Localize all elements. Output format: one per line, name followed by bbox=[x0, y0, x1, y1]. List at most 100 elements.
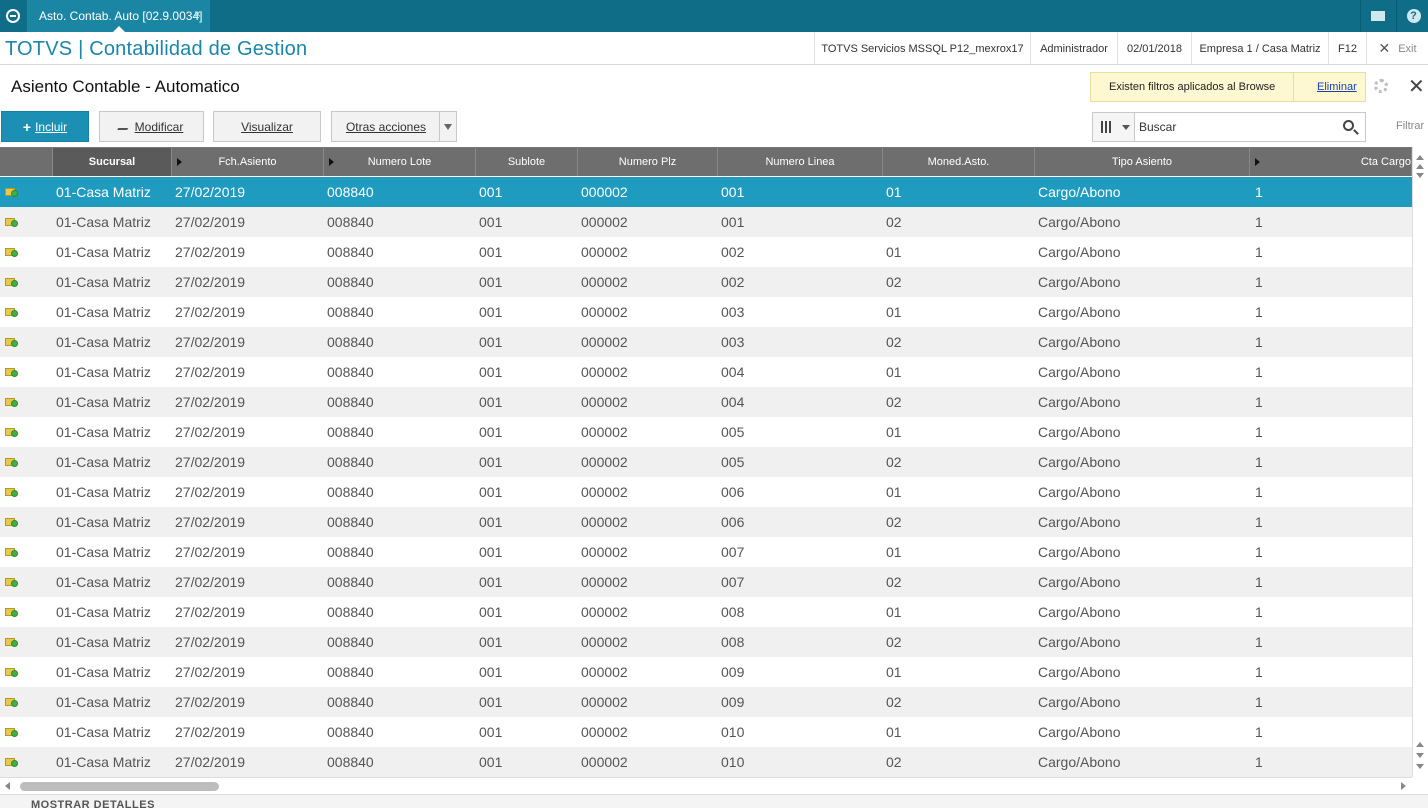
table-row[interactable]: 01-Casa Matriz 27/02/2019 008840 001 000002 0… bbox=[0, 237, 1412, 267]
table-cell: 1 bbox=[1255, 184, 1263, 200]
scroll-thumb[interactable] bbox=[20, 782, 219, 791]
table-row[interactable]: 01-Casa Matriz 27/02/2019 008840 001 000002 0… bbox=[0, 477, 1412, 507]
table-cell: 000002 bbox=[581, 424, 628, 440]
table-cell: 27/02/2019 bbox=[175, 274, 246, 290]
table-row[interactable]: 01-Casa Matriz 27/02/2019 008840 001 000002 0… bbox=[0, 207, 1412, 237]
table-cell: 001 bbox=[479, 634, 503, 650]
sort-arrow-icon bbox=[1255, 158, 1260, 166]
include-button[interactable]: + Incluir bbox=[1, 111, 89, 142]
header-fch-asiento[interactable]: Fch.Asiento bbox=[172, 148, 324, 176]
table-row[interactable]: 01-Casa Matriz 27/02/2019 008840 001 000002 0… bbox=[0, 357, 1412, 387]
tab-close-icon[interactable]: × bbox=[194, 7, 201, 21]
scroll-down-icon[interactable] bbox=[1416, 753, 1424, 758]
header-numero-lote[interactable]: Numero Lote bbox=[324, 148, 476, 176]
table-row[interactable]: 01-Casa Matriz 27/02/2019 008840 001 000002 0… bbox=[0, 267, 1412, 297]
table-cell: 1 bbox=[1255, 394, 1263, 410]
company-info[interactable]: Empresa 1 / Casa Matriz bbox=[1191, 32, 1328, 65]
header-cta-cargo[interactable]: Cta Cargo bbox=[1250, 148, 1412, 176]
chevron-down-icon[interactable] bbox=[444, 124, 452, 130]
scroll-bottom-icon[interactable] bbox=[1416, 764, 1424, 769]
table-row[interactable]: 01-Casa Matriz 27/02/2019 008840 001 000002 0… bbox=[0, 387, 1412, 417]
table-cell: 001 bbox=[479, 664, 503, 680]
help-icon[interactable]: ? bbox=[1396, 0, 1428, 32]
close-icon[interactable]: ✕ bbox=[1408, 74, 1425, 99]
table-cell: 27/02/2019 bbox=[175, 394, 246, 410]
table-cell: 008840 bbox=[327, 544, 374, 560]
table-row[interactable]: 01-Casa Matriz 27/02/2019 008840 001 000002 0… bbox=[0, 537, 1412, 567]
table-cell: 1 bbox=[1255, 574, 1263, 590]
scroll-right-icon[interactable] bbox=[1401, 782, 1406, 790]
mail-icon[interactable] bbox=[1360, 0, 1394, 32]
scroll-up-page-icon[interactable] bbox=[1416, 742, 1424, 747]
table-cell: 01-Casa Matriz bbox=[56, 334, 151, 350]
table-cell: 1 bbox=[1255, 484, 1263, 500]
table-row[interactable]: 01-Casa Matriz 27/02/2019 008840 001 000002 0… bbox=[0, 417, 1412, 447]
table-row[interactable]: 01-Casa Matriz 27/02/2019 008840 001 000002 0… bbox=[0, 567, 1412, 597]
modify-button[interactable]: Modificar bbox=[99, 111, 204, 142]
table-cell: 27/02/2019 bbox=[175, 364, 246, 380]
other-actions-button[interactable]: Otras acciones bbox=[331, 111, 457, 142]
table-row[interactable]: 01-Casa Matriz 27/02/2019 008840 001 000002 0… bbox=[0, 447, 1412, 477]
modify-label: Modificar bbox=[134, 119, 184, 134]
remove-filter-link[interactable]: Eliminar bbox=[1317, 81, 1357, 93]
table-cell: 000002 bbox=[581, 244, 628, 260]
header-numero-plz[interactable]: Numero Plz bbox=[578, 148, 718, 176]
scroll-left-icon[interactable] bbox=[5, 782, 10, 790]
filter-button[interactable]: Filtrar bbox=[1396, 120, 1424, 132]
search-input[interactable] bbox=[1139, 117, 1329, 137]
table-row[interactable]: 01-Casa Matriz 27/02/2019 008840 001 000002 0… bbox=[0, 747, 1412, 777]
details-footer[interactable]: MOSTRAR DETALLES bbox=[0, 794, 1428, 811]
table-cell: 27/02/2019 bbox=[175, 424, 246, 440]
view-button[interactable]: Visualizar bbox=[213, 111, 321, 142]
header-tipo-asiento[interactable]: Tipo Asiento bbox=[1035, 148, 1250, 176]
table-cell: 27/02/2019 bbox=[175, 244, 246, 260]
table-cell: 27/02/2019 bbox=[175, 484, 246, 500]
table-cell: 008 bbox=[721, 604, 745, 620]
columns-menu-button[interactable] bbox=[1093, 113, 1135, 141]
table-cell: 010 bbox=[721, 754, 745, 770]
table-cell: 009 bbox=[721, 694, 745, 710]
table-row[interactable]: 01-Casa Matriz 27/02/2019 008840 001 000002 0… bbox=[0, 297, 1412, 327]
table-cell: 01-Casa Matriz bbox=[56, 304, 151, 320]
table-row[interactable]: 01-Casa Matriz 27/02/2019 008840 001 000002 0… bbox=[0, 657, 1412, 687]
table-row[interactable]: 01-Casa Matriz 27/02/2019 008840 001 000002 0… bbox=[0, 177, 1412, 207]
scroll-down-page-icon[interactable] bbox=[1416, 173, 1424, 178]
gear-icon[interactable] bbox=[1374, 79, 1388, 93]
header-moned-asto[interactable]: Moned.Asto. bbox=[883, 148, 1035, 176]
exit-button[interactable]: ✕ Exit bbox=[1366, 32, 1428, 65]
table-cell: 01-Casa Matriz bbox=[56, 664, 151, 680]
table-row[interactable]: 01-Casa Matriz 27/02/2019 008840 001 000002 0… bbox=[0, 687, 1412, 717]
table-cell: 006 bbox=[721, 484, 745, 500]
header-sucursal[interactable]: Sucursal bbox=[53, 148, 172, 176]
table-cell: 001 bbox=[479, 244, 503, 260]
folder-status-icon bbox=[5, 726, 18, 737]
table-cell: 27/02/2019 bbox=[175, 514, 246, 530]
table-row[interactable]: 01-Casa Matriz 27/02/2019 008840 001 000002 0… bbox=[0, 627, 1412, 657]
scroll-up-icon[interactable] bbox=[1416, 164, 1424, 169]
table-cell: 008840 bbox=[327, 724, 374, 740]
vertical-scrollbar[interactable] bbox=[1412, 147, 1428, 777]
table-cell: 000002 bbox=[581, 214, 628, 230]
totvs-logo-icon[interactable] bbox=[0, 0, 26, 32]
horizontal-scrollbar[interactable] bbox=[0, 777, 1412, 793]
f12-shortcut[interactable]: F12 bbox=[1328, 32, 1366, 65]
table-cell: 02 bbox=[886, 454, 902, 470]
scroll-top-icon[interactable] bbox=[1416, 155, 1424, 160]
header-sublote[interactable]: Sublote bbox=[476, 148, 578, 176]
tab-asiento-contable[interactable]: Asto. Contab. Auto [02.9.0034] × bbox=[27, 0, 210, 32]
show-details-label[interactable]: MOSTRAR DETALLES bbox=[31, 799, 155, 811]
table-cell: 27/02/2019 bbox=[175, 724, 246, 740]
header-numero-linea[interactable]: Numero Linea bbox=[718, 148, 883, 176]
table-cell: 01-Casa Matriz bbox=[56, 604, 151, 620]
folder-status-icon bbox=[5, 636, 18, 647]
sort-arrow-icon bbox=[329, 158, 334, 166]
table-row[interactable]: 01-Casa Matriz 27/02/2019 008840 001 000002 0… bbox=[0, 597, 1412, 627]
table-cell: 1 bbox=[1255, 304, 1263, 320]
table-row[interactable]: 01-Casa Matriz 27/02/2019 008840 001 000002 0… bbox=[0, 507, 1412, 537]
table-cell: Cargo/Abono bbox=[1038, 244, 1121, 260]
table-row[interactable]: 01-Casa Matriz 27/02/2019 008840 001 000002 0… bbox=[0, 327, 1412, 357]
search-icon[interactable] bbox=[1343, 120, 1354, 131]
app-bar: TOTVS | Contabilidad de Gestion TOTVS Se… bbox=[0, 32, 1428, 65]
table-cell: 1 bbox=[1255, 694, 1263, 710]
table-row[interactable]: 01-Casa Matriz 27/02/2019 008840 001 000002 0… bbox=[0, 717, 1412, 747]
